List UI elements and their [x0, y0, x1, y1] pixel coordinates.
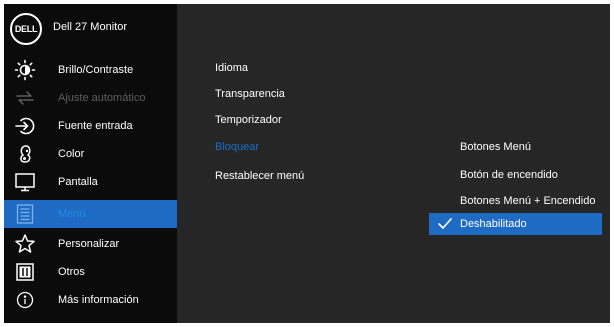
brightness-icon	[14, 59, 36, 81]
submenu-item-idioma[interactable]: Idioma	[215, 62, 248, 74]
dell-logo: DELL	[10, 13, 42, 45]
sidebar-item-personalizar[interactable]: Personalizar	[4, 230, 177, 258]
sidebar-item-mas-informacion[interactable]: Más información	[4, 286, 177, 314]
sidebar-item-otros[interactable]: Otros	[4, 258, 177, 286]
sidebar-item-menu[interactable]: Menú	[4, 200, 177, 228]
model-name: Dell 27 Monitor	[53, 21, 127, 33]
sidebar-item-label: Otros	[58, 266, 85, 278]
sidebar-item-fuente-entrada[interactable]: Fuente entrada	[4, 112, 177, 140]
osd-header: DELL Dell 27 Monitor	[4, 4, 177, 56]
sidebar-item-label: Ajuste automático	[58, 92, 146, 104]
sidebar-item-ajuste-automatico[interactable]: Ajuste automático	[4, 84, 177, 112]
checkmark-icon	[437, 217, 453, 231]
sidebar-item-label: Fuente entrada	[58, 120, 133, 132]
option-deshabilitado[interactable]: Deshabilitado	[429, 213, 602, 235]
option-label: Botón de encendido	[460, 169, 558, 181]
auto-adjust-icon	[14, 87, 36, 109]
sidebar-item-label: Color	[58, 148, 85, 160]
input-source-icon	[14, 115, 36, 137]
menu-icon	[14, 203, 36, 225]
color-palette-icon	[14, 143, 36, 165]
sidebar-item-brillo-contraste[interactable]: Brillo/Contraste	[4, 56, 177, 84]
sidebar-item-label: Personalizar	[58, 238, 120, 250]
submenu-item-bloquear[interactable]: Bloquear	[215, 141, 259, 153]
sidebar-item-color[interactable]: Color	[4, 140, 177, 168]
sidebar-item-label: Brillo/Contraste	[58, 64, 134, 76]
option-boton-de-encendido[interactable]: Botón de encendido	[429, 164, 602, 186]
submenu-item-transparencia[interactable]: Transparencia	[215, 88, 285, 100]
sidebar-item-pantalla[interactable]: Pantalla	[4, 168, 177, 196]
submenu-item-restablecer-menu[interactable]: Restablecer menú	[215, 170, 304, 182]
option-botones-menu-encendido[interactable]: Botones Menú + Encendido	[429, 190, 602, 212]
option-label: Botones Menú	[460, 141, 531, 153]
option-label: Deshabilitado	[460, 218, 527, 230]
option-label: Botones Menú + Encendido	[460, 195, 596, 207]
sidebar-item-label: Más información	[58, 294, 139, 306]
monitor-osd: DELL Dell 27 Monitor Brillo/Contraste Aju…	[4, 4, 610, 323]
sidebar-item-label: Pantalla	[58, 176, 98, 188]
star-icon	[14, 233, 36, 255]
sidebar: DELL Dell 27 Monitor Brillo/Contraste Aju…	[4, 4, 177, 323]
sidebar-item-label: Menú	[58, 208, 86, 220]
info-icon	[14, 289, 36, 311]
submenu-item-temporizador[interactable]: Temporizador	[215, 114, 282, 126]
display-icon	[14, 171, 36, 193]
others-icon	[14, 261, 36, 283]
option-botones-menu[interactable]: Botones Menú	[429, 136, 602, 158]
